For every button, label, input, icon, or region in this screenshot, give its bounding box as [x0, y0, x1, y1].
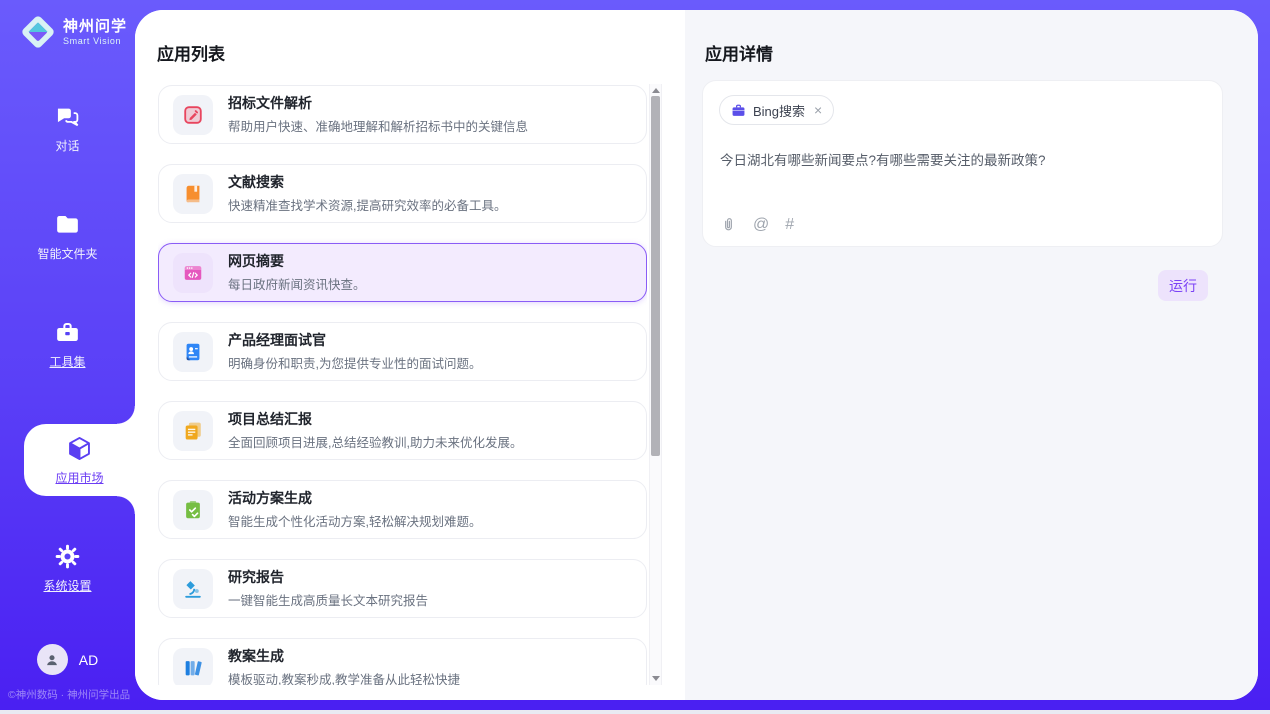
app-card-desc: 明确身份和职责,为您提供专业性的面试问题。	[228, 353, 481, 372]
app-detail-title: 应用详情	[705, 40, 773, 65]
activity-icon	[173, 490, 213, 530]
app-card-desc: 每日政府新闻资讯快查。	[228, 274, 366, 293]
sidebar-item-label: 工具集	[49, 353, 85, 370]
user-badge[interactable]: AD	[0, 644, 135, 675]
app-card[interactable]: 产品经理面试官明确身份和职责,为您提供专业性的面试问题。	[158, 322, 647, 381]
prompt-toolbar: @ #	[720, 216, 794, 233]
briefcase-icon	[731, 103, 746, 118]
sidebar-item-label: 系统设置	[43, 577, 91, 594]
app-card-title: 产品经理面试官	[228, 331, 481, 349]
scroll-down-arrow[interactable]	[652, 676, 660, 681]
chat-icon	[54, 103, 81, 130]
app-card[interactable]: 网页摘要每日政府新闻资讯快查。	[158, 243, 647, 302]
app-card-desc: 模板驱动,教案秒成,教学准备从此轻松快捷	[228, 669, 460, 685]
tag-close-icon[interactable]: ×	[814, 103, 822, 117]
sidebar-nav: 对话智能文件夹工具集应用市场系统设置	[0, 100, 135, 648]
app-card-title: 活动方案生成	[228, 489, 481, 507]
app-card-desc: 一键智能生成高质量长文本研究报告	[228, 590, 428, 609]
app-card-desc: 全面回顾项目进展,总结经验教训,助力未来优化发展。	[228, 432, 522, 451]
avatar	[37, 644, 68, 675]
toolbox-icon	[54, 319, 81, 346]
sidebar-item-smart-folder[interactable]: 智能文件夹	[0, 208, 135, 264]
interview-icon	[173, 332, 213, 372]
brand-subtitle: Smart Vision	[63, 36, 127, 46]
summary-icon	[173, 411, 213, 451]
tool-tag-bing-search[interactable]: Bing搜索 ×	[719, 95, 834, 125]
app-card-title: 项目总结汇报	[228, 410, 522, 428]
hash-icon[interactable]: #	[785, 217, 794, 233]
app-card[interactable]: 文献搜索快速精准查找学术资源,提高研究效率的必备工具。	[158, 164, 647, 223]
sidebar-item-toolset[interactable]: 工具集	[0, 316, 135, 372]
run-button[interactable]: 运行	[1158, 270, 1208, 301]
sidebar-item-app-market[interactable]: 应用市场	[24, 424, 135, 496]
sidebar-item-label: 智能文件夹	[37, 245, 97, 262]
app-card[interactable]: 研究报告一键智能生成高质量长文本研究报告	[158, 559, 647, 618]
app-card-title: 教案生成	[228, 647, 460, 665]
app-card-title: 研究报告	[228, 568, 428, 586]
paperclip-icon[interactable]	[720, 216, 737, 233]
sidebar: 神州问学 Smart Vision 对话智能文件夹工具集应用市场系统设置 AD …	[0, 0, 135, 714]
brand-diamond-icon	[18, 12, 58, 52]
app-card[interactable]: 招标文件解析帮助用户快速、准确地理解和解析招标书中的关键信息	[158, 85, 647, 144]
app-card-list: 招标文件解析帮助用户快速、准确地理解和解析招标书中的关键信息文献搜索快速精准查找…	[158, 85, 647, 685]
sidebar-item-label: 对话	[55, 137, 79, 154]
app-card-title: 网页摘要	[228, 252, 366, 270]
gear-icon	[54, 543, 81, 570]
app-card-title: 招标文件解析	[228, 94, 528, 112]
app-card[interactable]: 教案生成模板驱动,教案秒成,教学准备从此轻松快捷	[158, 638, 647, 685]
app-card-desc: 帮助用户快速、准确地理解和解析招标书中的关键信息	[228, 116, 528, 135]
sidebar-item-chat[interactable]: 对话	[0, 100, 135, 156]
prompt-text: 今日湖北有哪些新闻要点?有哪些需要关注的最新政策?	[720, 151, 1202, 171]
prompt-input[interactable]: Bing搜索 × 今日湖北有哪些新闻要点?有哪些需要关注的最新政策? @ #	[702, 80, 1223, 247]
app-card[interactable]: 活动方案生成智能生成个性化活动方案,轻松解决规划难题。	[158, 480, 647, 539]
book-icon	[173, 174, 213, 214]
sidebar-item-label: 应用市场	[55, 469, 103, 486]
cube-icon	[66, 435, 93, 462]
main-panel: 应用列表 招标文件解析帮助用户快速、准确地理解和解析招标书中的关键信息文献搜索快…	[135, 10, 1258, 700]
app-card-title: 文献搜索	[228, 173, 506, 191]
app-detail-panel: 应用详情 Bing搜索 × 今日湖北有哪些新闻要点?有哪些需要关注的最新政策? …	[685, 10, 1258, 700]
sidebar-item-system-settings[interactable]: 系统设置	[0, 540, 135, 596]
folder-icon	[54, 211, 81, 238]
user-initials: AD	[79, 652, 98, 668]
app-card[interactable]: 项目总结汇报全面回顾项目进展,总结经验教训,助力未来优化发展。	[158, 401, 647, 460]
web-icon	[173, 253, 213, 293]
app-list-panel: 应用列表 招标文件解析帮助用户快速、准确地理解和解析招标书中的关键信息文献搜索快…	[135, 10, 685, 700]
tender-icon	[173, 95, 213, 135]
app-list-title: 应用列表	[157, 40, 225, 65]
scroll-up-arrow[interactable]	[652, 88, 660, 93]
app-card-desc: 快速精准查找学术资源,提高研究效率的必备工具。	[228, 195, 506, 214]
brand-name: 神州问学	[63, 18, 127, 36]
research-icon	[173, 569, 213, 609]
tool-tag-label: Bing搜索	[753, 101, 805, 120]
brand-logo: 神州问学 Smart Vision	[18, 12, 127, 52]
app-card-desc: 智能生成个性化活动方案,轻松解决规划难题。	[228, 511, 481, 530]
teach-icon	[173, 648, 213, 686]
copyright-footer: ©神州数码 · 神州问学出品	[8, 687, 130, 702]
window-bottom-edge	[0, 710, 1270, 714]
mention-icon[interactable]: @	[753, 217, 769, 233]
scrollbar-thumb[interactable]	[651, 96, 660, 456]
scrollbar[interactable]	[649, 84, 662, 685]
